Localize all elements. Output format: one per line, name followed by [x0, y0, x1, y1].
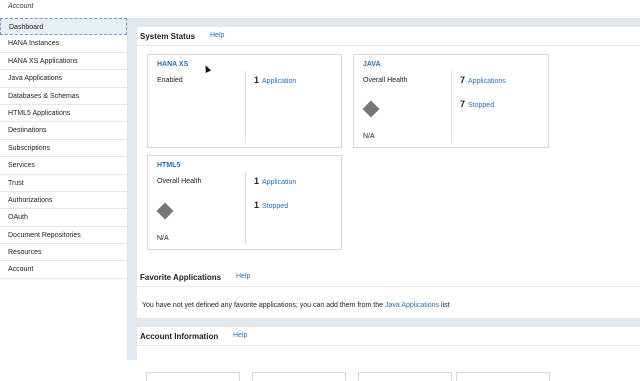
favorites-title: Favorite Applications [140, 273, 222, 282]
sidebar-item-hana-instances[interactable]: HANA Instances [0, 35, 127, 53]
sidebar-item-document-repositories[interactable]: Document Repositories [0, 227, 127, 245]
html5-health-label: Overall Health [157, 178, 202, 185]
account-info-title: Account Information [140, 332, 219, 341]
java-health-value: N/A [363, 133, 375, 140]
java-stopped-link[interactable]: Stopped [468, 102, 494, 109]
favorites-header: Favorite Applications Help [137, 268, 640, 287]
sidebar-item-trust[interactable]: Trust [0, 175, 127, 192]
system-status-title: System Status [140, 32, 196, 41]
html5-tile-title[interactable]: HTML5 [157, 162, 180, 169]
java-stopped-count: 7 [460, 99, 466, 109]
sidebar: Dashboard HANA Instances HANA XS Applica… [0, 18, 128, 360]
sidebar-item-resources[interactable]: Resources [0, 244, 127, 262]
tile-divider [245, 71, 246, 143]
sidebar-item-oauth[interactable]: OAuth [0, 209, 127, 227]
favorites-message-end: list [441, 302, 450, 309]
sidebar-item-account[interactable]: Account [0, 261, 127, 279]
account-information-panel: Account Information Help [137, 327, 640, 360]
java-apps-count: 7 [460, 75, 466, 85]
sidebar-item-authorizations[interactable]: Authorizations [0, 192, 127, 210]
html5-stopped-row: 1 Stopped [254, 200, 288, 210]
system-status-header: System Status Help [137, 27, 640, 46]
sidebar-item-databases-schemas[interactable]: Databases & Schemas [0, 88, 127, 105]
sidebar-item-destinations[interactable]: Destinations [0, 122, 127, 140]
html5-apps-row: 1 Application [254, 176, 296, 186]
favorites-message-text: You have not yet defined any favorite ap… [142, 302, 384, 309]
java-stopped-row: 7 Stopped [460, 99, 494, 109]
account-info-box [252, 372, 346, 381]
html5-health-value: N/A [157, 235, 169, 242]
health-indicator-icon [156, 202, 174, 220]
html5-stopped-count: 1 [254, 200, 260, 210]
account-info-box [358, 372, 452, 381]
tile-divider [245, 172, 246, 244]
favorite-applications-panel: Favorite Applications Help You have not … [137, 268, 640, 318]
java-tile-title[interactable]: JAVA [363, 61, 381, 68]
sidebar-item-services[interactable]: Services [0, 157, 127, 175]
java-tile: JAVA Overall Health N/A 7 Applications 7S… [353, 54, 549, 148]
tile-divider [451, 71, 452, 143]
hana-xs-app-link[interactable]: Application [262, 78, 296, 85]
java-applications-link[interactable]: Java Applications [385, 302, 439, 309]
hana-xs-tile: HANA XS Enabled 1 Application [147, 54, 342, 148]
java-apps-row: 7 Applications [460, 75, 506, 85]
sidebar-item-html5-applications[interactable]: HTML5 Applications [0, 105, 127, 123]
java-apps-link[interactable]: Applications [468, 78, 506, 85]
top-bar: Account [0, 0, 640, 17]
sidebar-item-dashboard[interactable]: Dashboard [0, 18, 127, 36]
favorites-message: You have not yet defined any favorite ap… [142, 302, 450, 309]
java-health-label: Overall Health [363, 77, 408, 84]
html5-tile: HTML5 Overall Health N/A 1 Application 1S… [147, 155, 342, 250]
system-status-help-link[interactable]: Help [210, 32, 224, 39]
hana-xs-tile-title[interactable]: HANA XS [157, 61, 188, 68]
sidebar-item-subscriptions[interactable]: Subscriptions [0, 140, 127, 158]
hana-xs-app-count: 1 [254, 75, 260, 85]
account-info-help-link[interactable]: Help [233, 332, 247, 339]
account-info-header: Account Information Help [137, 327, 640, 346]
hana-xs-status: Enabled [157, 77, 183, 84]
html5-apps-link[interactable]: Application [262, 179, 296, 186]
sidebar-item-hana-xs-applications[interactable]: HANA XS Applications [0, 53, 127, 71]
sidebar-item-java-applications[interactable]: Java Applications [0, 70, 127, 88]
hana-xs-app-count-row: 1 Application [254, 75, 296, 85]
html5-stopped-link[interactable]: Stopped [262, 203, 288, 210]
health-indicator-icon [362, 100, 380, 118]
html5-apps-count: 1 [254, 176, 260, 186]
account-info-box [146, 372, 240, 381]
system-status-panel: System Status Help HANA XS Enabled 1 Appl… [137, 27, 640, 279]
favorites-help-link[interactable]: Help [236, 273, 250, 280]
account-info-box [456, 372, 550, 381]
account-breadcrumb[interactable]: Account [8, 3, 33, 10]
